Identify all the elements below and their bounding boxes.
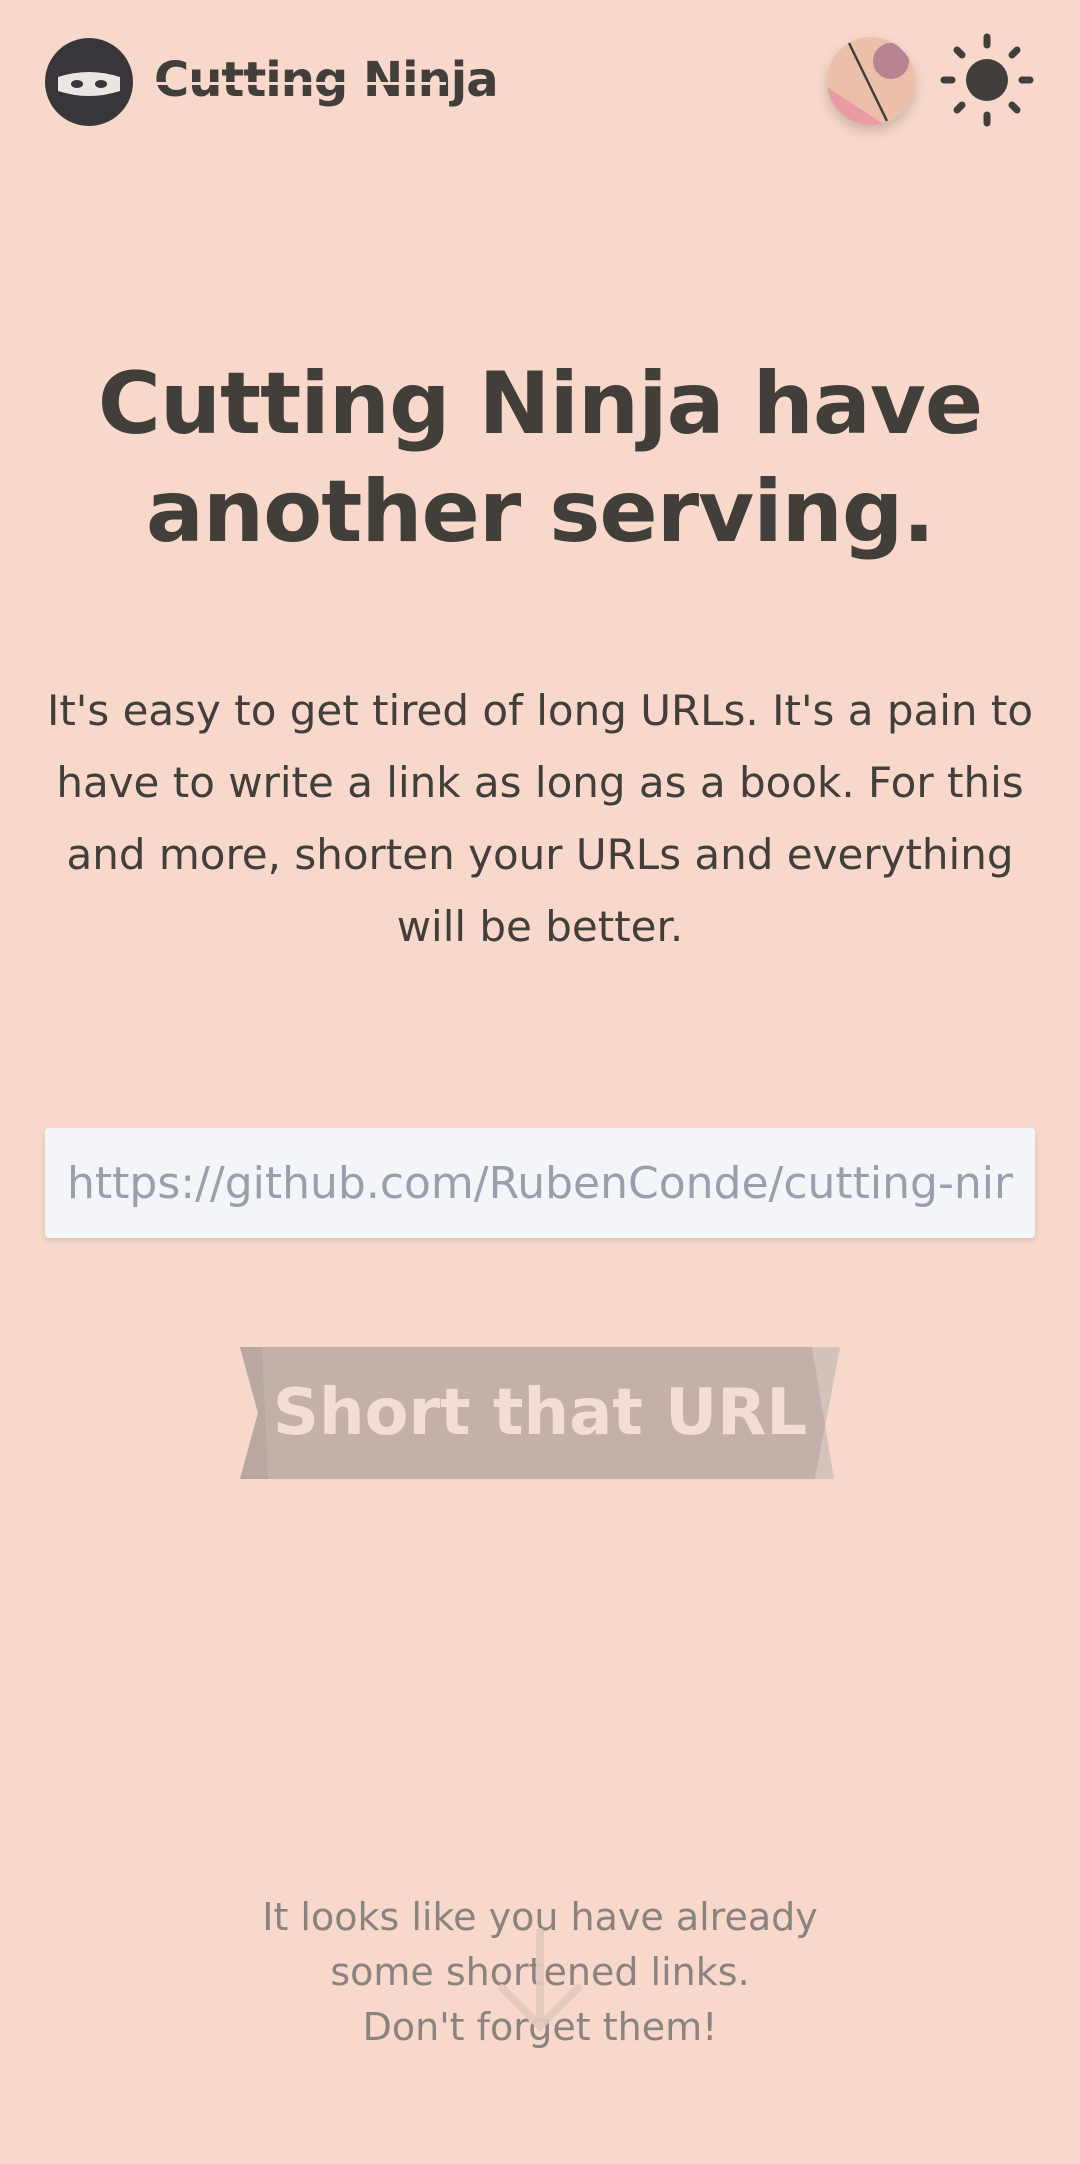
short-url-button[interactable]: Short that URL bbox=[240, 1347, 840, 1479]
brand-name[interactable]: Cutting Ninja bbox=[154, 52, 499, 108]
palette-icon bbox=[827, 37, 915, 125]
arrow-down-icon bbox=[498, 1928, 582, 2032]
hero-title: Cutting Ninja have another serving. bbox=[40, 350, 1040, 566]
theme-toggle-button[interactable] bbox=[940, 33, 1034, 127]
sun-icon bbox=[940, 33, 1034, 127]
brand-slash-decoration bbox=[154, 82, 446, 85]
short-url-button-label: Short that URL bbox=[272, 1376, 808, 1450]
hero-title-line1: Cutting Ninja have bbox=[97, 354, 984, 454]
palette-button[interactable] bbox=[827, 37, 915, 125]
url-input[interactable] bbox=[45, 1128, 1035, 1238]
scroll-down-button[interactable] bbox=[490, 1928, 590, 2038]
hero-title-line2: another serving. bbox=[145, 462, 935, 562]
hero-description: It's easy to get tired of long URLs. It'… bbox=[46, 686, 1034, 951]
ninja-icon[interactable] bbox=[44, 37, 134, 127]
app-header: Cutting Ninja bbox=[0, 0, 1080, 170]
